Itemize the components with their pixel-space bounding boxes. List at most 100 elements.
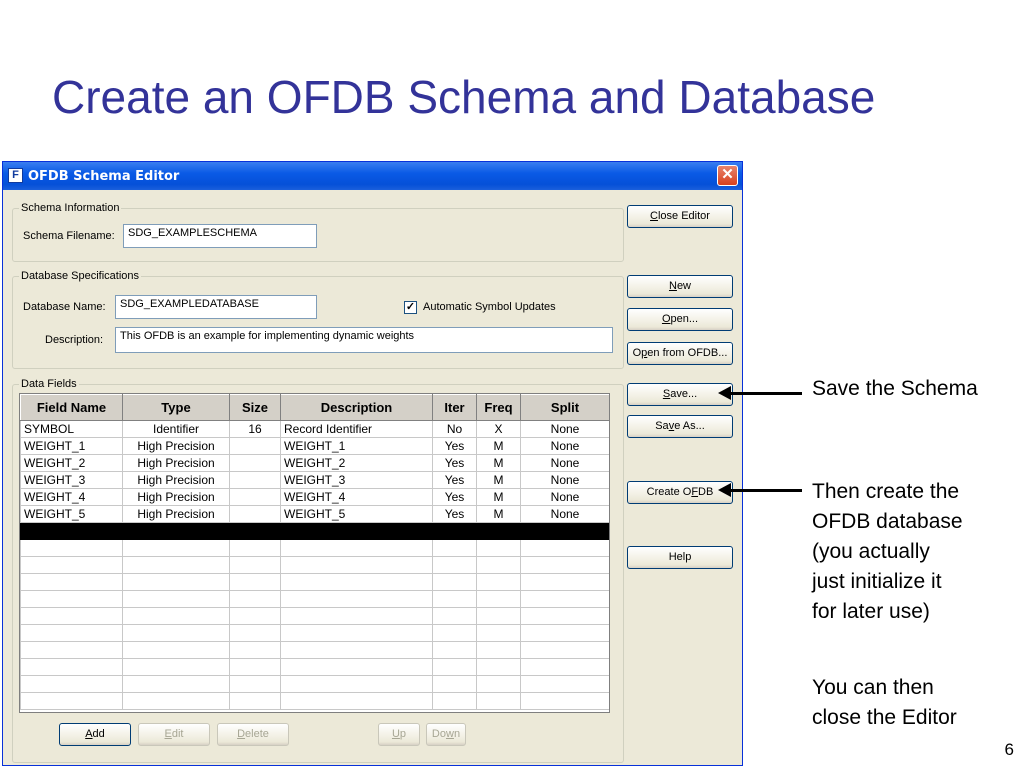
table-row[interactable]: WEIGHT_2 High Precision WEIGHT_2 Yes M None bbox=[20, 454, 609, 472]
table-cell bbox=[476, 556, 521, 574]
table-cell bbox=[20, 539, 123, 557]
column-header[interactable]: Split bbox=[520, 394, 609, 421]
save-as-button[interactable]: Save As... bbox=[627, 415, 733, 438]
table-cell bbox=[476, 539, 521, 557]
column-header[interactable]: Description bbox=[280, 394, 433, 421]
table-cell bbox=[229, 471, 281, 489]
mnemonic-letter: v bbox=[668, 420, 675, 432]
selected-empty-row[interactable] bbox=[20, 522, 609, 540]
data-fields-legend: Data Fields bbox=[21, 378, 77, 390]
table-cell bbox=[476, 675, 521, 693]
table-cell bbox=[432, 641, 477, 659]
table-row[interactable]: SYMBOL Identifier 16 Record Identifier No X No… bbox=[20, 420, 609, 438]
table-cell: None bbox=[520, 454, 609, 472]
table-cell: WEIGHT_3 bbox=[280, 471, 433, 489]
schema-filename-label: Schema Filename: bbox=[23, 230, 115, 242]
open-from-ofdb-button[interactable]: Open from OFDB... bbox=[627, 342, 733, 365]
table-row[interactable]: WEIGHT_1 High Precision WEIGHT_1 Yes M None bbox=[20, 437, 609, 455]
table-cell: High Precision bbox=[122, 471, 230, 489]
new-button[interactable]: New bbox=[627, 275, 733, 298]
table-cell bbox=[229, 624, 281, 642]
empty-row[interactable] bbox=[20, 607, 609, 625]
edit-button[interactable]: Edit bbox=[138, 723, 210, 746]
table-row[interactable]: WEIGHT_5 High Precision WEIGHT_5 Yes M None bbox=[20, 505, 609, 523]
description-input[interactable]: This OFDB is an example for implementing… bbox=[115, 327, 613, 353]
down-button[interactable]: Down bbox=[426, 723, 466, 746]
data-fields-grid[interactable]: Field Name Type Size Description Iter Freq Spl… bbox=[19, 393, 610, 713]
table-cell bbox=[122, 692, 230, 710]
empty-row[interactable] bbox=[20, 641, 609, 659]
empty-row[interactable] bbox=[20, 675, 609, 693]
database-name-input[interactable]: SDG_EXAMPLEDATABASE bbox=[115, 295, 317, 319]
empty-row[interactable] bbox=[20, 590, 609, 608]
empty-row[interactable] bbox=[20, 573, 609, 591]
help-button[interactable]: Help bbox=[627, 546, 733, 569]
arrow-head-icon bbox=[718, 386, 731, 400]
empty-row[interactable] bbox=[20, 539, 609, 557]
mnemonic-letter: S bbox=[662, 388, 671, 400]
table-cell bbox=[520, 607, 609, 625]
table-cell: WEIGHT_3 bbox=[20, 471, 123, 489]
mnemonic-letter: D bbox=[237, 728, 246, 740]
table-cell bbox=[476, 607, 521, 625]
table-cell bbox=[122, 658, 230, 676]
database-specifications-group: Database Specifications bbox=[12, 270, 624, 369]
app-icon: F bbox=[8, 168, 23, 183]
column-header[interactable]: Field Name bbox=[20, 394, 123, 421]
automatic-symbol-updates-checkbox[interactable]: ✓ bbox=[404, 301, 417, 314]
mnemonic-letter: U bbox=[391, 728, 400, 740]
table-cell bbox=[122, 607, 230, 625]
column-header[interactable]: Type bbox=[122, 394, 230, 421]
table-row[interactable]: WEIGHT_3 High Precision WEIGHT_3 Yes M None bbox=[20, 471, 609, 489]
table-cell: Yes bbox=[432, 437, 477, 455]
empty-row[interactable] bbox=[20, 692, 609, 710]
table-cell bbox=[229, 692, 281, 710]
column-header[interactable]: Freq bbox=[476, 394, 521, 421]
table-cell bbox=[432, 522, 477, 540]
table-cell bbox=[280, 539, 433, 557]
table-cell bbox=[520, 522, 609, 540]
schema-filename-input[interactable]: SDG_EXAMPLESCHEMA bbox=[123, 224, 317, 248]
table-cell bbox=[229, 437, 281, 455]
mnemonic-letter: p bbox=[641, 347, 648, 359]
table-cell bbox=[280, 573, 433, 591]
empty-row[interactable] bbox=[20, 624, 609, 642]
empty-row[interactable] bbox=[20, 556, 609, 574]
table-cell: High Precision bbox=[122, 437, 230, 455]
close-annotation: You can then close the Editor bbox=[812, 673, 957, 733]
table-row[interactable]: WEIGHT_4 High Precision WEIGHT_4 Yes M None bbox=[20, 488, 609, 506]
column-header[interactable]: Iter bbox=[432, 394, 477, 421]
add-button[interactable]: Add bbox=[59, 723, 131, 746]
table-cell bbox=[432, 556, 477, 574]
empty-row[interactable] bbox=[20, 658, 609, 676]
close-editor-button[interactable]: Close Editor bbox=[627, 205, 733, 228]
table-cell bbox=[280, 607, 433, 625]
table-cell bbox=[432, 658, 477, 676]
table-cell bbox=[520, 675, 609, 693]
column-header[interactable]: Size bbox=[229, 394, 281, 421]
table-cell bbox=[20, 590, 123, 608]
table-cell bbox=[520, 624, 609, 642]
mnemonic-letter: A bbox=[85, 728, 93, 740]
save-annotation-arrow bbox=[718, 386, 802, 400]
table-cell bbox=[229, 488, 281, 506]
table-cell bbox=[20, 658, 123, 676]
up-button[interactable]: Up bbox=[378, 723, 420, 746]
table-cell: Identifier bbox=[122, 420, 230, 438]
table-cell: WEIGHT_5 bbox=[20, 505, 123, 523]
table-cell bbox=[20, 675, 123, 693]
table-cell bbox=[476, 641, 521, 659]
table-cell bbox=[432, 539, 477, 557]
table-cell bbox=[432, 692, 477, 710]
mnemonic-letter: N bbox=[668, 280, 677, 292]
data-fields-table: Field Name Type Size Description Iter Freq Spl… bbox=[20, 394, 609, 710]
table-cell bbox=[476, 522, 521, 540]
open-button[interactable]: Open... bbox=[627, 308, 733, 331]
create-annotation-line: OFDB database bbox=[812, 510, 963, 533]
window-close-icon[interactable]: ✕ bbox=[717, 165, 738, 186]
window-titlebar[interactable]: F OFDB Schema Editor ✕ bbox=[3, 162, 742, 190]
delete-button[interactable]: Delete bbox=[217, 723, 289, 746]
close-annotation-line: You can then bbox=[812, 676, 934, 699]
page-number: 6 bbox=[1004, 740, 1014, 759]
table-cell: WEIGHT_1 bbox=[280, 437, 433, 455]
